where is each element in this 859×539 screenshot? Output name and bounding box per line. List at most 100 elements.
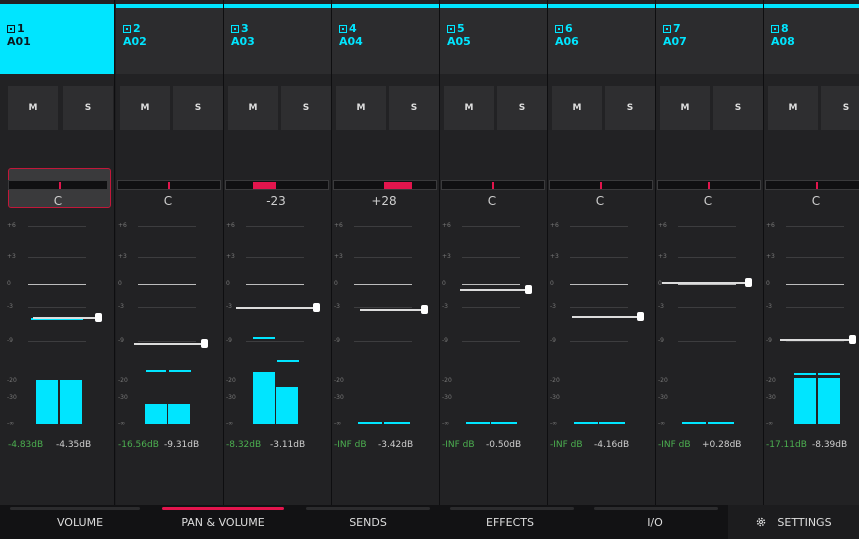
channel-strip-5[interactable]: 5 A05 M S C +6 +3 0 -3 -9 -20 -30 -∞ -INF dB -0.50dB [440,0,548,505]
track-header[interactable]: 4 A04 [332,8,439,74]
pan-bar[interactable] [333,180,437,190]
solo-button[interactable]: S [713,86,763,130]
tab-volume-label: VOLUME [56,515,104,529]
solo-button[interactable]: S [821,86,859,130]
fader-handle[interactable] [637,312,644,321]
pan-bar[interactable] [765,180,859,190]
track-header[interactable]: 6 A06 [548,8,655,74]
scale-label: -∞ [334,420,342,427]
pan-bar[interactable] [117,180,221,190]
tab-volume[interactable]: VOLUME [0,505,160,539]
mute-button[interactable]: M [8,86,58,130]
pan-indicator [253,182,276,189]
pan-bar[interactable] [549,180,653,190]
volume-fader[interactable] [572,316,640,318]
volume-fader[interactable] [134,343,204,345]
pan-bar[interactable] [8,180,108,190]
channel-strip-8[interactable]: 8 A08 M S C +6 +3 0 -3 -9 -20 -30 -∞ -17.11dB -8.39dB [764,0,859,505]
scale-label: 0 [118,280,122,287]
solo-button[interactable]: S [281,86,331,130]
channel-strip-6[interactable]: 6 A06 M S C +6 +3 0 -3 -9 -20 -30 -∞ -INF dB -4.16dB [548,0,656,505]
scale-line [786,284,844,285]
channel-strip-3[interactable]: 3 A03 M S -23 +6 +3 0 -3 -9 -20 -30 -∞ -8.32dB -3.11dB [224,0,332,505]
peak-hold-right [384,422,410,424]
scale-label: -3 [550,303,556,310]
pan-indicator [492,182,494,189]
mute-button[interactable]: M [228,86,278,130]
tab-io[interactable]: I/O [582,505,728,539]
pan-indicator [708,182,710,189]
tab-pan-volume[interactable]: PAN & VOLUME [148,505,298,539]
level-meter-left [36,380,58,424]
fader-handle[interactable] [745,278,752,287]
solo-button[interactable]: S [389,86,439,130]
fader-handle[interactable] [313,303,320,312]
tab-sends[interactable]: SENDS [298,505,438,539]
channel-strip-7[interactable]: 7 A07 M S C +6 +3 0 -3 -9 -20 -30 -∞ -INF dB +0.28dB [656,0,764,505]
track-header[interactable]: 5 A05 [440,8,547,74]
scale-label: -∞ [658,420,666,427]
volume-fader[interactable] [662,282,748,284]
solo-button[interactable]: S [497,86,547,130]
scale-label: -20 [118,377,128,384]
scale-line [678,257,736,258]
scale-label: +3 [226,253,235,260]
track-header[interactable]: 7 A07 [656,8,763,74]
mute-button[interactable]: M [660,86,710,130]
level-meter-left [253,372,275,424]
scale-label: -9 [226,337,232,344]
tab-settings[interactable]: SETTINGS [728,505,859,539]
track-header[interactable]: 8 A08 [764,8,859,74]
scale-label: -3 [334,303,340,310]
solo-button[interactable]: S [605,86,655,130]
track-number-text: 8 [781,22,789,35]
db-readout-right: -0.50dB [486,440,522,450]
volume-fader[interactable] [780,339,852,341]
pan-bar[interactable] [657,180,761,190]
scale-line [354,341,412,342]
mute-button[interactable]: M [444,86,494,130]
scale-line [786,257,844,258]
scale-line [138,307,196,308]
scale-label: +6 [7,222,16,229]
mute-button[interactable]: M [120,86,170,130]
track-header[interactable]: 1 A01 [0,8,114,74]
track-name: A03 [231,35,255,48]
scale-label: -∞ [118,420,126,427]
mute-button[interactable]: M [336,86,386,130]
track-icon [7,25,15,33]
fader-handle[interactable] [525,285,532,294]
db-readout-right: -4.16dB [594,440,630,450]
mute-button[interactable]: M [768,86,818,130]
scale-line [570,341,628,342]
volume-fader[interactable] [360,309,424,311]
pan-bar[interactable] [441,180,545,190]
volume-fader[interactable] [460,289,528,291]
fader-handle[interactable] [95,313,102,322]
channel-strip-2[interactable]: 2 A02 M S C +6 +3 0 -3 -9 -20 -30 -∞ -16.56dB -9.31dB [116,0,224,505]
volume-fader[interactable] [236,307,316,309]
scale-line [28,226,86,227]
tab-effects[interactable]: EFFECTS [438,505,582,539]
channel-strip-4[interactable]: 4 A04 M S +28 +6 +3 0 -3 -9 -20 -30 -∞ -INF dB -3.42dB [332,0,440,505]
solo-button[interactable]: S [173,86,223,130]
fader-handle[interactable] [421,305,428,314]
pan-indicator [816,182,818,189]
solo-button[interactable]: S [63,86,113,130]
track-header[interactable]: 2 A02 [116,8,223,74]
scale-label: -20 [658,377,668,384]
scale-label: -∞ [766,420,774,427]
peak-hold-left [574,422,598,424]
fader-handle[interactable] [201,339,208,348]
track-number-text: 2 [133,22,141,35]
track-header[interactable]: 3 A03 [224,8,331,74]
fader-handle[interactable] [849,335,856,344]
pan-bar[interactable] [225,180,329,190]
pan-indicator [384,182,412,189]
volume-fader[interactable] [33,317,98,319]
track-name: A05 [447,35,471,48]
scale-line [786,341,844,342]
mute-button[interactable]: M [552,86,602,130]
scale-label: -30 [442,394,452,401]
channel-strip-1[interactable]: 1 A01 M S C +6 +3 0 -3 -9 -20 -30 -∞ -4.83dB -4.35dB [0,0,115,505]
